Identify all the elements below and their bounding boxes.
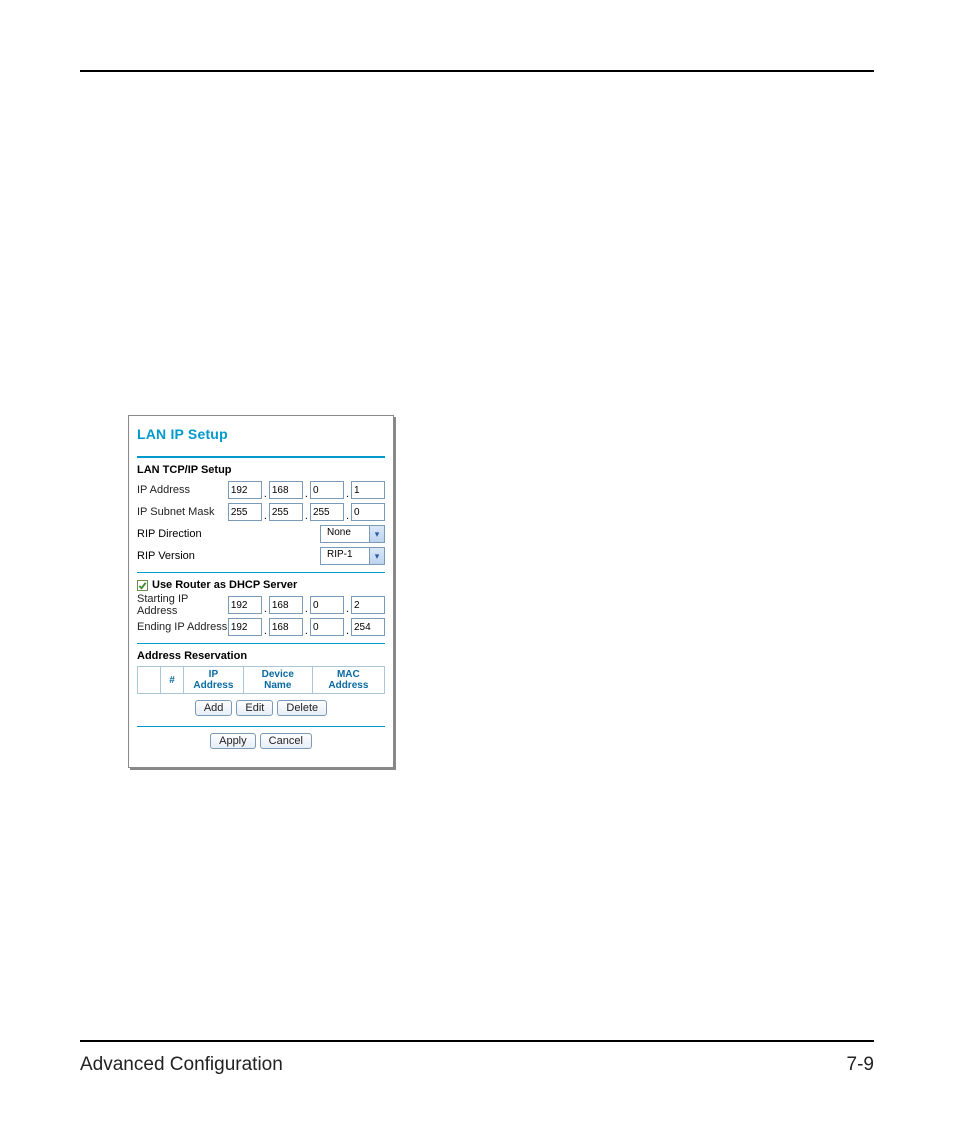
start-ip-octet-1[interactable] — [228, 596, 262, 614]
mask-octet-3[interactable] — [310, 503, 344, 521]
rip-version-row: RIP Version RIP-1 ▾ — [137, 546, 385, 566]
mask-octet-2[interactable] — [269, 503, 303, 521]
ip-address-row: IP Address . . . — [137, 480, 385, 500]
apply-button[interactable]: Apply — [210, 733, 256, 749]
subnet-mask-octets: . . . — [228, 503, 385, 521]
dot: . — [262, 488, 269, 500]
start-ip-octet-2[interactable] — [269, 596, 303, 614]
document-page: LAN IP Setup LAN TCP/IP Setup IP Address… — [0, 0, 954, 1145]
ip-octet-3[interactable] — [310, 481, 344, 499]
mask-octet-1[interactable] — [228, 503, 262, 521]
form-button-row: Apply Cancel — [137, 733, 385, 749]
reservation-section-title: Address Reservation — [137, 650, 385, 662]
ending-ip-octets: . . . — [228, 618, 385, 636]
end-ip-octet-1[interactable] — [228, 618, 262, 636]
subnet-mask-label: IP Subnet Mask — [137, 506, 228, 518]
end-ip-octet-4[interactable] — [351, 618, 385, 636]
dhcp-checkbox-row: Use Router as DHCP Server — [137, 579, 385, 591]
starting-ip-label: Starting IP Address — [137, 593, 228, 617]
footer-right: 7-9 — [847, 1054, 874, 1076]
dhcp-checkbox[interactable] — [137, 580, 148, 591]
rip-version-select[interactable]: RIP-1 ▾ — [320, 547, 385, 565]
divider — [137, 572, 385, 573]
add-button[interactable]: Add — [195, 700, 233, 716]
page-footer: Advanced Configuration 7-9 — [80, 1054, 874, 1076]
reservation-table: # IP Address Device Name MAC Address — [137, 666, 385, 694]
rip-direction-label: RIP Direction — [137, 528, 202, 540]
subnet-mask-row: IP Subnet Mask . . . — [137, 502, 385, 522]
dot: . — [344, 488, 351, 500]
dot: . — [303, 603, 310, 615]
dot: . — [344, 603, 351, 615]
footer-left: Advanced Configuration — [80, 1054, 283, 1076]
dhcp-checkbox-label: Use Router as DHCP Server — [152, 579, 297, 591]
end-ip-octet-2[interactable] — [269, 618, 303, 636]
dot: . — [344, 625, 351, 637]
start-ip-octet-4[interactable] — [351, 596, 385, 614]
check-icon — [138, 581, 147, 590]
panel-body: LAN IP Setup LAN TCP/IP Setup IP Address… — [129, 416, 393, 753]
top-rule — [80, 70, 874, 72]
bottom-rule — [80, 1040, 874, 1042]
col-ip: IP Address — [184, 667, 244, 694]
divider — [137, 456, 385, 458]
rip-direction-row: RIP Direction None ▾ — [137, 524, 385, 544]
lan-ip-setup-panel: LAN IP Setup LAN TCP/IP Setup IP Address… — [128, 415, 394, 768]
dot: . — [262, 510, 269, 522]
chevron-down-icon: ▾ — [369, 548, 384, 564]
rip-direction-value: None — [321, 526, 369, 542]
ip-octet-4[interactable] — [351, 481, 385, 499]
ip-octet-2[interactable] — [269, 481, 303, 499]
mask-octet-4[interactable] — [351, 503, 385, 521]
divider — [137, 643, 385, 644]
dot: . — [344, 510, 351, 522]
dot: . — [262, 603, 269, 615]
rip-direction-select[interactable]: None ▾ — [320, 525, 385, 543]
dot: . — [303, 625, 310, 637]
ip-address-octets: . . . — [228, 481, 385, 499]
rip-version-label: RIP Version — [137, 550, 195, 562]
end-ip-octet-3[interactable] — [310, 618, 344, 636]
ip-address-label: IP Address — [137, 484, 228, 496]
ending-ip-label: Ending IP Address — [137, 621, 228, 633]
col-blank — [138, 667, 161, 694]
rip-version-value: RIP-1 — [321, 548, 369, 564]
tcpip-section-title: LAN TCP/IP Setup — [137, 464, 385, 476]
table-header-row: # IP Address Device Name MAC Address — [138, 667, 385, 694]
cancel-button[interactable]: Cancel — [260, 733, 312, 749]
dot: . — [303, 488, 310, 500]
panel-title: LAN IP Setup — [137, 426, 385, 442]
dot: . — [262, 625, 269, 637]
col-mac: MAC Address — [312, 667, 384, 694]
col-device: Device Name — [243, 667, 312, 694]
col-num: # — [161, 667, 184, 694]
start-ip-octet-3[interactable] — [310, 596, 344, 614]
starting-ip-octets: . . . — [228, 596, 385, 614]
starting-ip-row: Starting IP Address . . . — [137, 595, 385, 615]
dot: . — [303, 510, 310, 522]
delete-button[interactable]: Delete — [277, 700, 327, 716]
ending-ip-row: Ending IP Address . . . — [137, 617, 385, 637]
edit-button[interactable]: Edit — [236, 700, 273, 716]
divider — [137, 726, 385, 727]
ip-octet-1[interactable] — [228, 481, 262, 499]
reservation-button-row: Add Edit Delete — [137, 700, 385, 716]
chevron-down-icon: ▾ — [369, 526, 384, 542]
